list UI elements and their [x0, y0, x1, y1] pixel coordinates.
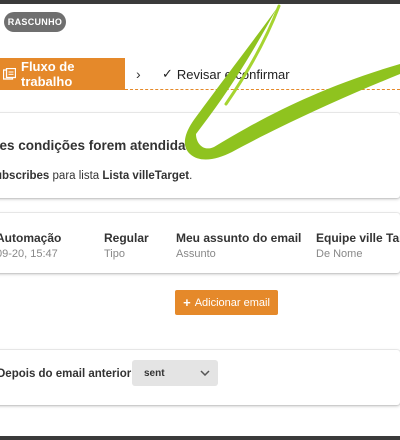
tab-progress-line	[125, 89, 400, 90]
col-heading: Meu assunto do email	[176, 231, 302, 245]
col-heading: Regular	[104, 231, 149, 245]
col-sub: Assunto	[176, 248, 216, 260]
condition-list-name[interactable]: Lista villeTarget	[102, 170, 189, 182]
tab-workflow-label: Fluxo de trabalho	[21, 59, 75, 89]
delay-select[interactable]: sent	[132, 360, 218, 386]
chevron-down-icon	[200, 368, 210, 379]
col-heading: Equipe ville Targe	[316, 231, 400, 245]
email-col-automation: Automação 09-20, 15:47	[0, 231, 61, 260]
col-heading: Automação	[0, 231, 62, 245]
add-email-button[interactable]: + Adicionar email	[175, 290, 278, 315]
plus-icon: +	[183, 295, 191, 310]
email-col-from: Equipe ville Targe De Nome	[316, 231, 400, 260]
condition-trigger: ubscribes	[0, 170, 50, 182]
email-col-type: Regular Tipo	[104, 231, 149, 260]
condition-period: .	[189, 170, 193, 182]
workflow-icon	[3, 67, 16, 81]
status-badge: RASCUNHO	[4, 12, 66, 32]
col-sub: 09-20, 15:47	[0, 248, 58, 260]
condition-connector: para lista	[49, 170, 103, 182]
email-col-subject: Meu assunto do email Assunto	[176, 231, 301, 260]
tab-review-confirm[interactable]: ✓ Revisar e confirmar	[162, 58, 290, 90]
tab-review-label: Revisar e confirmar	[176, 66, 290, 82]
col-sub: Tipo	[104, 248, 125, 260]
conditions-card	[0, 113, 400, 198]
delay-label: Depois do email anterior é	[0, 368, 141, 380]
delay-select-value: sent	[144, 367, 165, 379]
conditions-title: tes condições forem atendidas:	[0, 138, 198, 153]
chevron-right-icon: ›	[136, 66, 141, 82]
conditions-detail: ubscribes para lista Lista villeTarget.	[0, 170, 192, 182]
check-icon: ✓	[162, 66, 173, 81]
add-email-label: Adicionar email	[194, 296, 270, 309]
tab-workflow[interactable]: Fluxo de trabalho	[0, 58, 125, 90]
col-sub: De Nome	[316, 248, 363, 260]
